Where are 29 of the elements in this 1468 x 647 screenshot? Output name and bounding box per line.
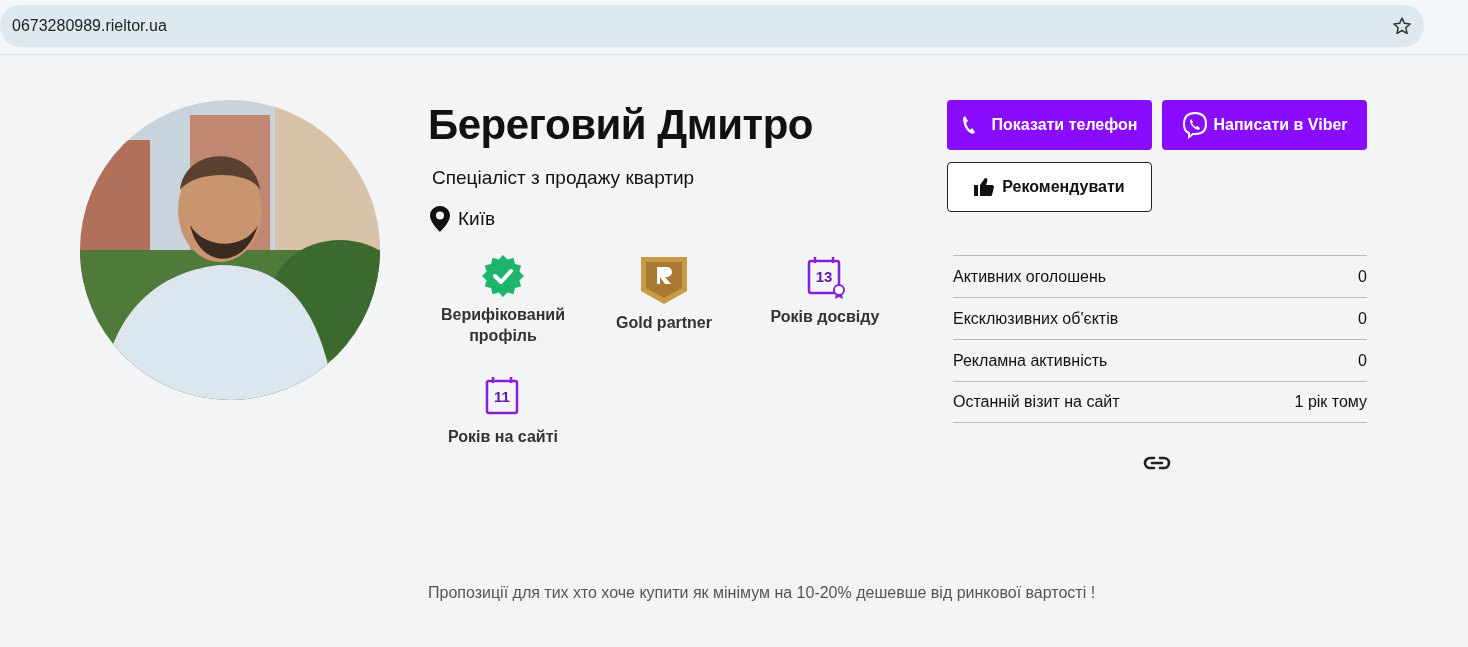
stat-label: Рекламна активність xyxy=(953,350,1108,371)
stat-value: 0 xyxy=(1358,266,1367,287)
viber-button[interactable]: Написати в Viber xyxy=(1162,100,1367,150)
city-text: Київ xyxy=(458,206,496,231)
location-pin-icon xyxy=(430,206,450,233)
address-bar[interactable]: 0673280989.rieltor.ua xyxy=(0,5,1424,47)
stat-value: 0 xyxy=(1358,350,1367,371)
stat-value: 0 xyxy=(1358,308,1367,329)
url-text: 0673280989.rieltor.ua xyxy=(12,16,167,36)
stat-label: Ексклюзивних об'єктів xyxy=(953,308,1119,329)
agent-role: Спеціаліст з продажу квартир xyxy=(432,166,696,191)
star-icon[interactable] xyxy=(1392,16,1412,36)
description-text: Пропозиції для тих хто хоче купити як мінімум на 10-20% дешевше від ринкової вартості ! xyxy=(428,583,1097,603)
badge-label: Верифікований профіль xyxy=(440,305,566,347)
verified-check-icon xyxy=(482,255,524,298)
badge-label: Років на сайті xyxy=(448,427,558,447)
link-icon[interactable] xyxy=(1143,455,1171,471)
stat-label: Активних оголошень xyxy=(953,266,1107,287)
badge-label: Gold partner xyxy=(616,313,712,334)
badge-label: Років досвіду xyxy=(770,307,880,328)
stat-value: 1 рік тому xyxy=(1294,392,1367,412)
partner-shield-icon xyxy=(639,255,689,306)
phone-icon xyxy=(961,115,976,135)
thumbs-up-icon xyxy=(974,178,995,196)
viber-icon xyxy=(1181,111,1210,139)
show-phone-button[interactable]: Показати телефон xyxy=(947,100,1152,150)
agent-name: Береговий Дмитро xyxy=(428,100,814,150)
recommend-button[interactable]: Рекомендувати xyxy=(947,162,1152,212)
stat-label: Останній візит на сайт xyxy=(953,392,1120,412)
